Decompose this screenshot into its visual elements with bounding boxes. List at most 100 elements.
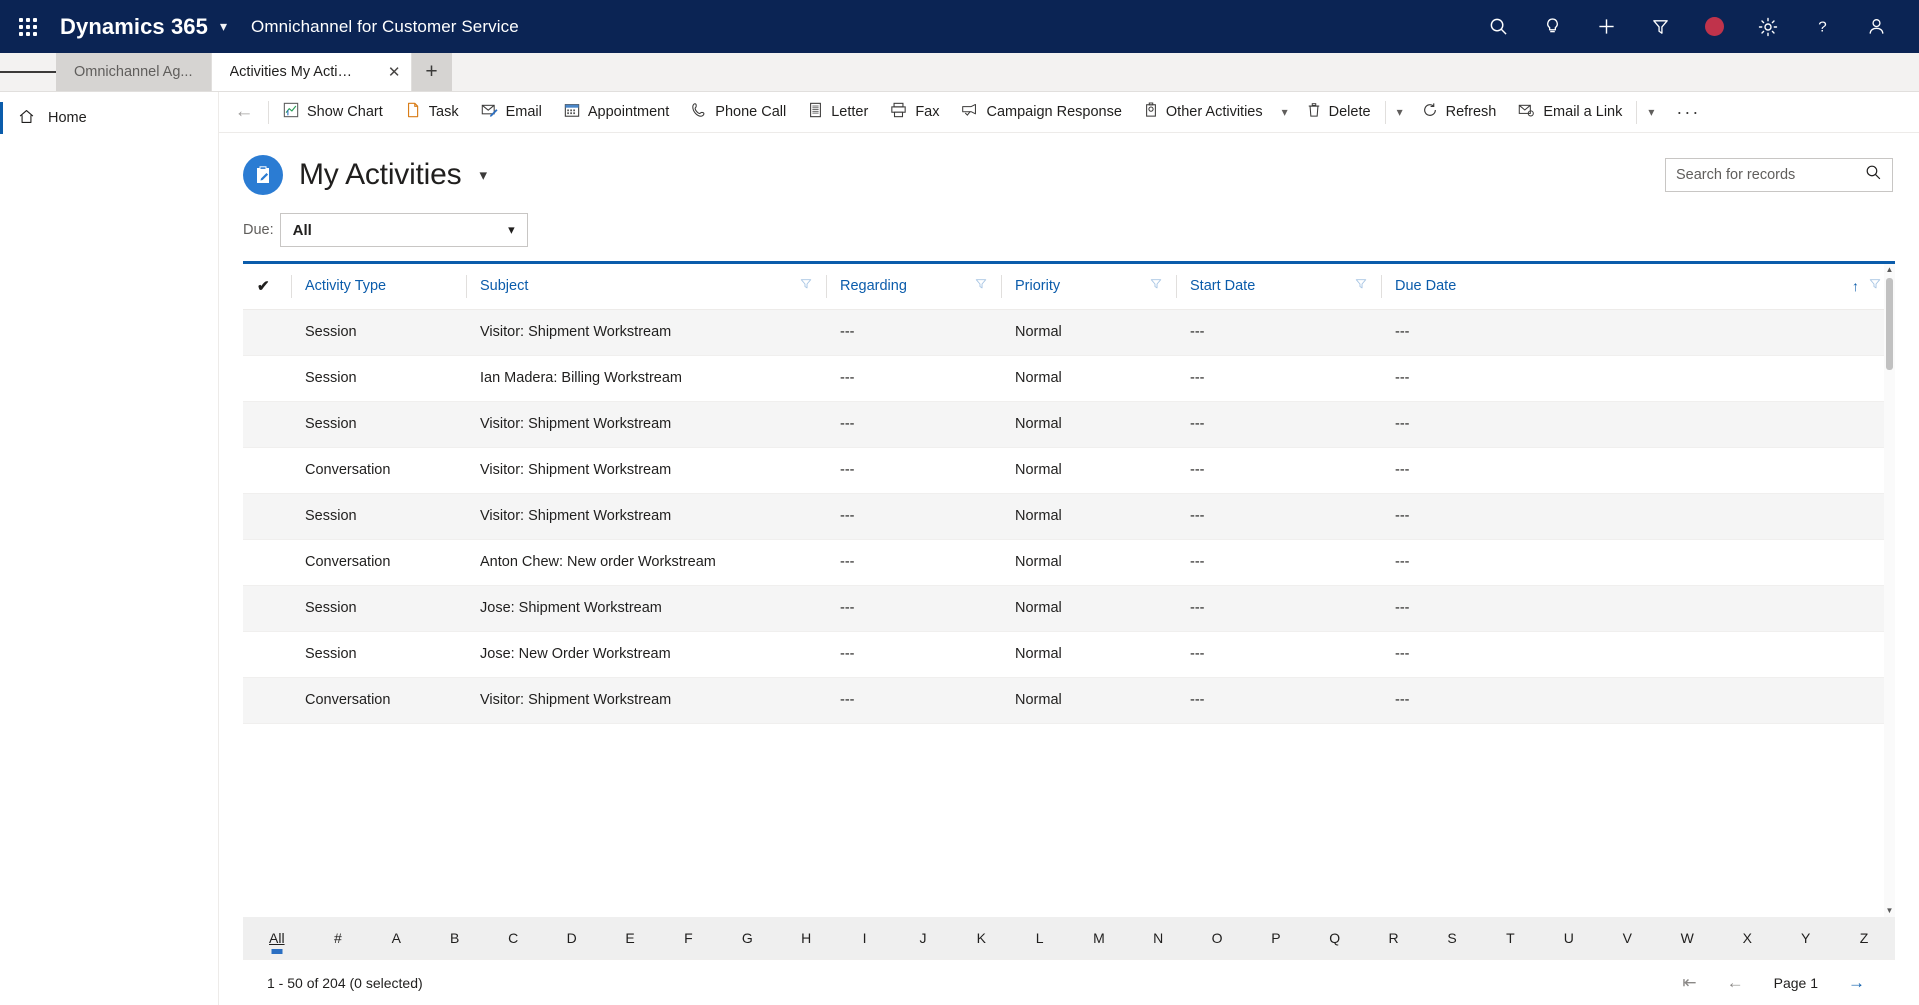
column-label[interactable]: Activity Type xyxy=(305,278,386,294)
delete-button[interactable]: Delete xyxy=(1296,92,1382,132)
email-button[interactable]: Email xyxy=(470,92,553,132)
row-select-cell[interactable] xyxy=(243,539,291,586)
alpha-item-q[interactable]: Q xyxy=(1327,926,1342,950)
column-label[interactable]: Due Date xyxy=(1395,278,1456,294)
show-chart-button[interactable]: Show Chart xyxy=(272,92,394,132)
column-label[interactable]: Subject xyxy=(480,278,528,294)
table-row[interactable]: Session Visitor: Shipment Workstream --- No… xyxy=(243,401,1895,448)
alpha-item-j[interactable]: J xyxy=(916,926,930,950)
refresh-button[interactable]: Refresh xyxy=(1411,92,1508,132)
alpha-item-d[interactable]: D xyxy=(565,926,579,950)
chevron-down-icon[interactable]: ▾ xyxy=(220,18,227,35)
row-select-cell[interactable] xyxy=(243,585,291,632)
scrollbar-thumb[interactable] xyxy=(1886,278,1893,370)
table-row[interactable]: Conversation Anton Chew: New order Workst… xyxy=(243,539,1895,586)
scroll-down-icon[interactable]: ▼ xyxy=(1886,905,1894,917)
alpha-item-x[interactable]: X xyxy=(1740,926,1754,950)
phone-call-button[interactable]: Phone Call xyxy=(680,92,797,132)
gear-icon[interactable] xyxy=(1741,0,1795,53)
column-label[interactable]: Regarding xyxy=(840,278,907,294)
alpha-item-v[interactable]: V xyxy=(1620,926,1634,950)
cell-subject[interactable]: Visitor: Shipment Workstream xyxy=(466,309,826,356)
cell-subject[interactable]: Visitor: Shipment Workstream xyxy=(466,493,826,540)
add-tab-button[interactable]: + xyxy=(411,53,452,91)
close-icon[interactable]: ✕ xyxy=(388,65,401,80)
column-label[interactable]: Priority xyxy=(1015,278,1060,294)
cell-subject[interactable]: Ian Madera: Billing Workstream xyxy=(466,355,826,402)
table-row[interactable]: Session Visitor: Shipment Workstream --- No… xyxy=(243,309,1895,356)
row-select-cell[interactable] xyxy=(243,309,291,356)
column-filter-icon[interactable] xyxy=(1355,278,1367,294)
fax-button[interactable]: Fax xyxy=(879,92,950,132)
back-button[interactable]: ← xyxy=(223,92,265,132)
alpha-item-u[interactable]: U xyxy=(1562,926,1576,950)
delete-chevron-down-icon[interactable]: ▾ xyxy=(1389,92,1411,132)
search-input[interactable] xyxy=(1676,167,1865,183)
filter-icon[interactable] xyxy=(1633,0,1687,53)
column-filter-icon[interactable] xyxy=(1150,278,1162,294)
lightbulb-icon[interactable] xyxy=(1525,0,1579,53)
cell-subject[interactable]: Visitor: Shipment Workstream xyxy=(466,677,826,724)
view-selector-chevron-down-icon[interactable]: ▾ xyxy=(479,166,487,184)
appointment-button[interactable]: Appointment xyxy=(553,92,680,132)
alpha-item-w[interactable]: W xyxy=(1679,926,1696,950)
plus-icon[interactable] xyxy=(1579,0,1633,53)
account-icon[interactable] xyxy=(1849,0,1903,53)
alpha-item-i[interactable]: I xyxy=(858,926,872,950)
alpha-item-c[interactable]: C xyxy=(506,926,520,950)
alpha-item-g[interactable]: G xyxy=(740,926,755,950)
column-header-priority[interactable]: Priority xyxy=(1001,264,1176,310)
other-activities-chevron-down-icon[interactable]: ▾ xyxy=(1274,92,1296,132)
alpha-item-l[interactable]: L xyxy=(1033,926,1047,950)
alpha-item-a[interactable]: A xyxy=(389,926,403,950)
alpha-item-m[interactable]: M xyxy=(1091,926,1107,950)
column-label[interactable]: Start Date xyxy=(1190,278,1255,294)
sidebar-item-home[interactable]: Home xyxy=(0,98,218,138)
scroll-up-icon[interactable]: ▲ xyxy=(1886,264,1894,276)
column-filter-icon[interactable] xyxy=(975,278,987,294)
alpha-item-y[interactable]: Y xyxy=(1799,926,1813,950)
column-filter-icon[interactable] xyxy=(1869,278,1881,294)
checkmark-icon[interactable]: ✔ xyxy=(257,278,270,295)
presence-dot-icon[interactable] xyxy=(1687,0,1741,53)
alpha-item-z[interactable]: Z xyxy=(1857,926,1871,950)
table-row[interactable]: Session Ian Madera: Billing Workstream ---… xyxy=(243,355,1895,402)
overflow-chevron-down-icon[interactable]: ▾ xyxy=(1640,92,1662,132)
column-header-activity-type[interactable]: Activity Type xyxy=(291,264,466,310)
alpha-item-o[interactable]: O xyxy=(1210,926,1225,950)
previous-page-button[interactable]: ← xyxy=(1727,973,1744,993)
alpha-item-r[interactable]: R xyxy=(1387,926,1401,950)
tab-omnichannel-agent[interactable]: Omnichannel Ag... xyxy=(56,53,212,91)
row-select-cell[interactable] xyxy=(243,677,291,724)
alpha-item-hash[interactable]: # xyxy=(331,926,345,950)
letter-button[interactable]: Letter xyxy=(797,92,879,132)
alpha-item-s[interactable]: S xyxy=(1445,926,1459,950)
first-page-button[interactable]: ⇤ xyxy=(1682,973,1696,993)
table-row[interactable]: Session Jose: Shipment Workstream --- Norma… xyxy=(243,585,1895,632)
row-select-cell[interactable] xyxy=(243,401,291,448)
alpha-item-t[interactable]: T xyxy=(1503,926,1517,950)
more-commands-button[interactable]: ··· xyxy=(1662,92,1714,132)
alpha-item-f[interactable]: F xyxy=(681,926,695,950)
table-row[interactable]: Conversation Visitor: Shipment Workstream… xyxy=(243,677,1895,724)
search-icon[interactable] xyxy=(1865,164,1882,186)
search-icon[interactable] xyxy=(1471,0,1525,53)
email-a-link-button[interactable]: Email a Link xyxy=(1507,92,1633,132)
grid-vertical-scrollbar[interactable]: ▲ ▼ xyxy=(1884,264,1895,917)
site-map-toggle-button[interactable] xyxy=(0,53,57,91)
column-header-subject[interactable]: Subject xyxy=(466,264,826,310)
next-page-button[interactable]: → xyxy=(1848,973,1865,993)
column-filter-icon[interactable] xyxy=(800,278,812,294)
row-select-cell[interactable] xyxy=(243,355,291,402)
table-row[interactable]: Session Jose: New Order Workstream --- Norm… xyxy=(243,631,1895,678)
cell-subject[interactable]: Visitor: Shipment Workstream xyxy=(466,401,826,448)
column-header-due-date[interactable]: Due Date ↑ xyxy=(1381,264,1895,310)
alpha-item-all[interactable]: All xyxy=(267,926,287,950)
select-all-header[interactable]: ✔ xyxy=(243,264,291,310)
column-header-regarding[interactable]: Regarding xyxy=(826,264,1001,310)
alpha-item-p[interactable]: P xyxy=(1269,926,1283,950)
tab-activities-my-activities[interactable]: Activities My Activities ✕ xyxy=(211,53,412,91)
help-icon[interactable]: ? xyxy=(1795,0,1849,53)
app-launcher-button[interactable] xyxy=(0,17,56,36)
campaign-response-button[interactable]: Campaign Response xyxy=(950,92,1132,132)
